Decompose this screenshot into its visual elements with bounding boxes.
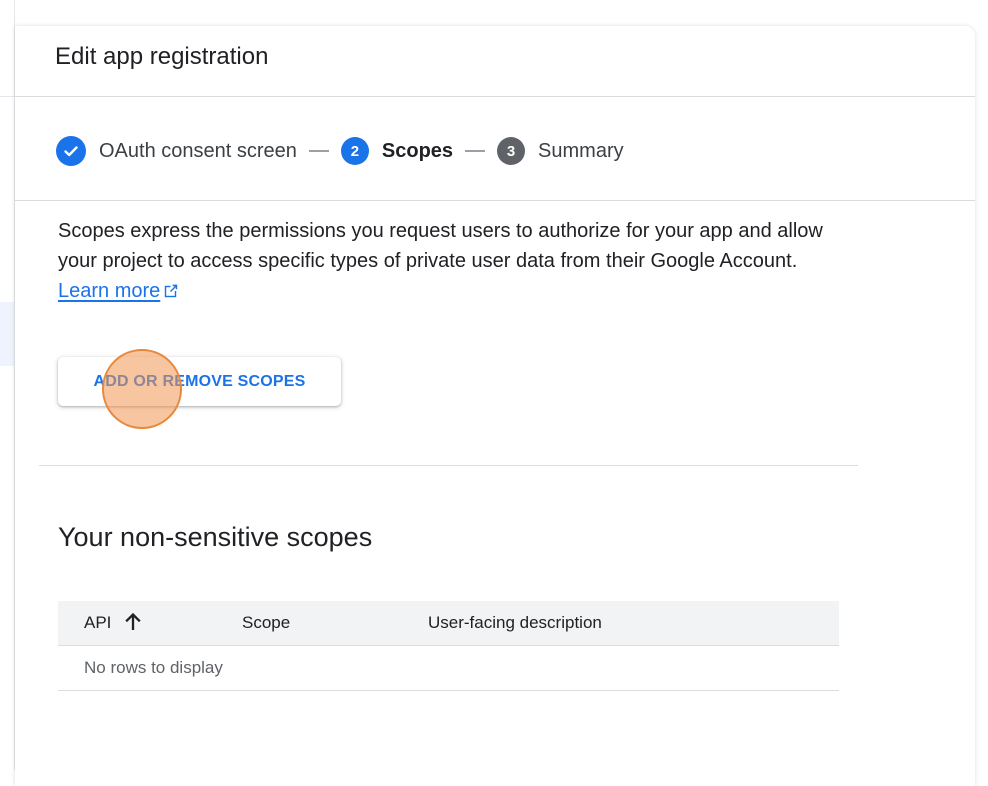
column-header-api[interactable]: API <box>84 601 142 645</box>
step-scopes-label: Scopes <box>381 139 454 162</box>
step-separator <box>308 150 329 152</box>
section-divider <box>39 465 858 466</box>
arrow-up-icon[interactable] <box>125 612 142 635</box>
stepper-divider <box>15 200 975 201</box>
scopes-description: Scopes express the permissions you reque… <box>58 216 848 307</box>
table-empty-message: No rows to display <box>58 646 839 691</box>
column-header-api-label[interactable]: API <box>84 613 111 633</box>
learn-more-link[interactable]: Learn more <box>58 280 178 302</box>
check-icon <box>56 136 86 166</box>
column-header-description[interactable]: User-facing description <box>428 601 602 645</box>
non-sensitive-scopes-title: Your non-sensitive scopes <box>58 522 373 552</box>
step-scopes-number: 2 <box>340 137 369 165</box>
step-summary-number: 3 <box>497 137 526 165</box>
left-nav-selected-item[interactable] <box>0 302 14 366</box>
header-divider <box>15 96 975 97</box>
step-separator <box>465 150 486 152</box>
stepper: OAuth consent screen 2 Scopes 3 Summary <box>56 134 624 168</box>
scopes-description-text: Scopes express the permissions you reque… <box>58 220 823 272</box>
external-link-icon[interactable] <box>164 277 178 307</box>
step-oauth-consent-label[interactable]: OAuth consent screen <box>99 140 297 163</box>
learn-more-label[interactable]: Learn more <box>58 280 160 302</box>
page-title: Edit app registration <box>55 43 269 70</box>
column-header-scope[interactable]: Scope <box>242 601 290 645</box>
non-sensitive-scopes-table: API Scope User-facing description No row… <box>58 601 839 691</box>
add-or-remove-scopes-button[interactable]: ADD OR REMOVE SCOPES <box>58 357 341 406</box>
left-nav-divider <box>0 96 14 97</box>
table-header: API Scope User-facing description <box>58 601 839 646</box>
left-nav-strip <box>0 0 15 770</box>
step-summary-label: Summary <box>538 139 624 162</box>
